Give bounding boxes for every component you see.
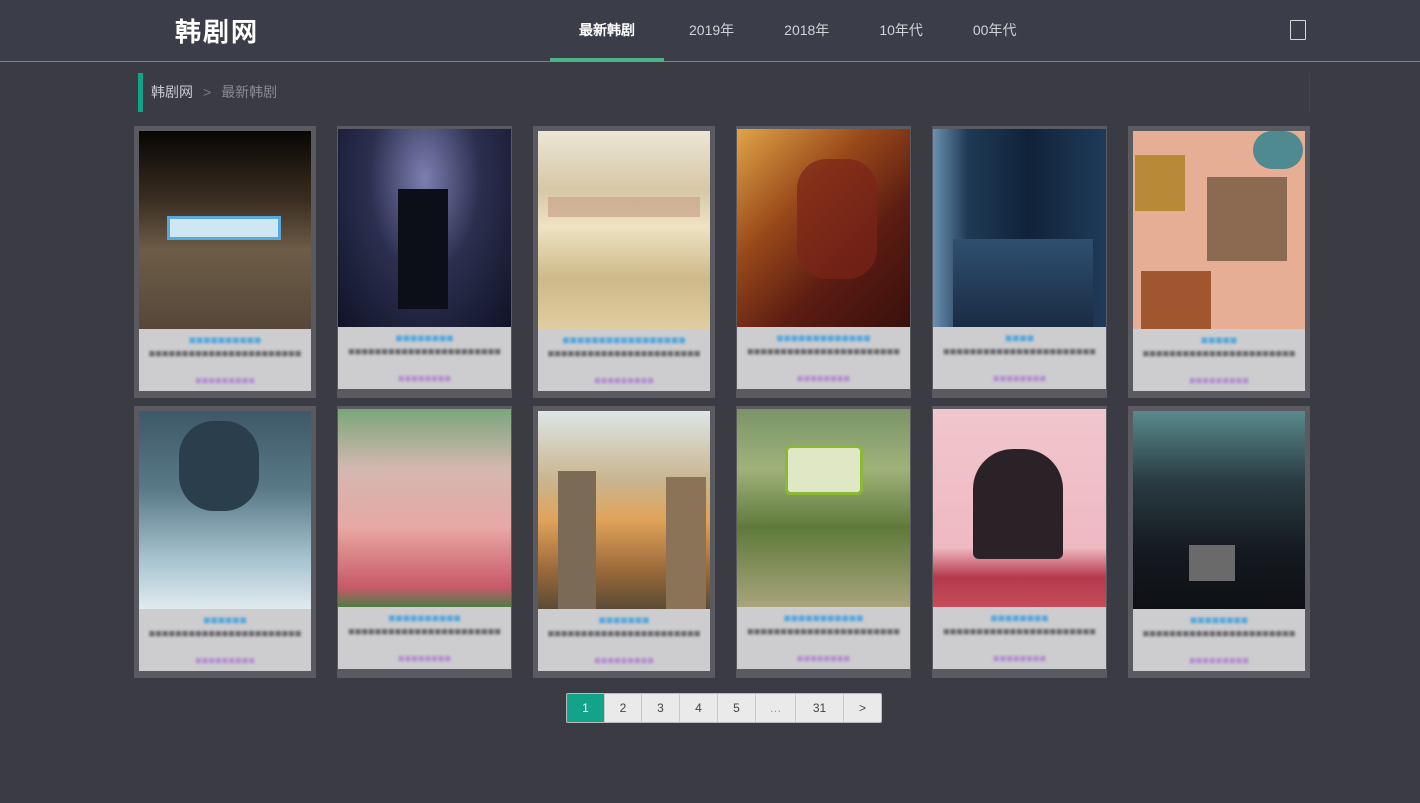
nav-item-2010s[interactable]: 10年代: [854, 0, 948, 62]
breadcrumb-separator: >: [203, 84, 212, 100]
card-meta: ■■■■■■■■: [796, 373, 851, 385]
pagination: 1 2 3 4 5 … 31 >: [566, 693, 882, 723]
drama-card[interactable]: ■■■■■■■■■■ ■■■■■■■■■■■■■■■■■■■■■■■ ■■■■■…: [337, 406, 512, 678]
drama-card[interactable]: ■■■■■■■■■■■■■■■■■ ■■■■■■■■■■■■■■■■■■■■■■…: [533, 126, 715, 398]
poster-image[interactable]: [933, 409, 1106, 607]
card-description: ■■■■■■■■■■■■■■■■■■■■■■■: [1142, 628, 1296, 640]
next-page-button[interactable]: >: [844, 694, 881, 722]
card-description: ■■■■■■■■■■■■■■■■■■■■■■■: [747, 346, 900, 358]
page-button-4[interactable]: 4: [680, 694, 718, 722]
drama-card[interactable]: ■■■■■■■■ ■■■■■■■■■■■■■■■■■■■■■■■ ■■■■■■■…: [932, 406, 1107, 678]
card-description: ■■■■■■■■■■■■■■■■■■■■■■■: [943, 626, 1096, 638]
card-title[interactable]: ■■■■■■■■■■: [145, 333, 305, 347]
card-title[interactable]: ■■■■■■■■■■■■■: [743, 331, 904, 345]
card-meta: ■■■■■■■■■: [195, 655, 255, 667]
card-description: ■■■■■■■■■■■■■■■■■■■■■■■: [348, 346, 501, 358]
card-title[interactable]: ■■■■■■■■■■■■■■■■■: [544, 333, 704, 347]
card-description: ■■■■■■■■■■■■■■■■■■■■■■■: [547, 628, 701, 640]
drama-card[interactable]: ■■■■■■■■■■■ ■■■■■■■■■■■■■■■■■■■■■■■ ■■■■…: [736, 406, 911, 678]
card-meta: ■■■■■■■■■: [1189, 655, 1249, 667]
drama-card[interactable]: ■■■■ ■■■■■■■■■■■■■■■■■■■■■■■ ■■■■■■■■: [932, 126, 1107, 398]
nav-item-2018[interactable]: 2018年: [759, 0, 854, 62]
poster-image[interactable]: [538, 131, 710, 329]
card-title[interactable]: ■■■■■■■■■■: [344, 611, 505, 625]
drama-card[interactable]: ■■■■■■ ■■■■■■■■■■■■■■■■■■■■■■■ ■■■■■■■■■: [134, 406, 316, 678]
card-meta: ■■■■■■■■: [992, 373, 1047, 385]
card-description: ■■■■■■■■■■■■■■■■■■■■■■■: [547, 348, 701, 360]
poster-image[interactable]: [139, 411, 311, 609]
card-description: ■■■■■■■■■■■■■■■■■■■■■■■: [148, 348, 302, 360]
drama-card[interactable]: ■■■■■■■ ■■■■■■■■■■■■■■■■■■■■■■■ ■■■■■■■■…: [533, 406, 715, 678]
drama-card[interactable]: ■■■■■■■■ ■■■■■■■■■■■■■■■■■■■■■■■ ■■■■■■■…: [337, 126, 512, 398]
card-title[interactable]: ■■■■■■■: [544, 613, 704, 627]
drama-card[interactable]: ■■■■■■■■■■ ■■■■■■■■■■■■■■■■■■■■■■■ ■■■■■…: [134, 126, 316, 398]
page-button-1[interactable]: 1: [567, 694, 605, 722]
card-title[interactable]: ■■■■: [939, 331, 1100, 345]
site-logo[interactable]: 韩剧网: [175, 12, 259, 49]
page-button-5[interactable]: 5: [718, 694, 756, 722]
card-meta: ■■■■■■■■: [992, 653, 1047, 665]
page-ellipsis: …: [756, 694, 796, 722]
card-meta: ■■■■■■■■■: [594, 655, 654, 667]
card-title[interactable]: ■■■■■■■■■■■: [743, 611, 904, 625]
poster-image[interactable]: [538, 411, 710, 609]
drama-card[interactable]: ■■■■■■■■ ■■■■■■■■■■■■■■■■■■■■■■■ ■■■■■■■…: [1128, 406, 1310, 678]
poster-image[interactable]: [737, 129, 910, 327]
drama-card[interactable]: ■■■■■ ■■■■■■■■■■■■■■■■■■■■■■■ ■■■■■■■■■: [1128, 126, 1310, 398]
breadcrumb-current: 最新韩剧: [221, 84, 278, 100]
card-description: ■■■■■■■■■■■■■■■■■■■■■■■: [348, 626, 501, 638]
breadcrumb-home-link[interactable]: 韩剧网: [151, 84, 193, 100]
page-button-last[interactable]: 31: [796, 694, 844, 722]
card-meta: ■■■■■■■■■: [1189, 375, 1249, 387]
page-button-2[interactable]: 2: [605, 694, 642, 722]
drama-card[interactable]: ■■■■■■■■■■■■■ ■■■■■■■■■■■■■■■■■■■■■■■ ■■…: [736, 126, 911, 398]
card-meta: ■■■■■■■■: [796, 653, 851, 665]
poster-image[interactable]: [139, 131, 311, 329]
main-nav: 最新韩剧 2019年 2018年 10年代 00年代: [550, 0, 1041, 62]
card-title[interactable]: ■■■■■: [1139, 333, 1299, 347]
page-button-3[interactable]: 3: [642, 694, 680, 722]
poster-image[interactable]: [338, 409, 511, 607]
nav-item-2019[interactable]: 2019年: [664, 0, 759, 62]
card-title[interactable]: ■■■■■■: [145, 613, 305, 627]
card-description: ■■■■■■■■■■■■■■■■■■■■■■■: [1142, 348, 1296, 360]
card-meta: ■■■■■■■■: [397, 653, 452, 665]
card-description: ■■■■■■■■■■■■■■■■■■■■■■■: [148, 628, 302, 640]
card-description: ■■■■■■■■■■■■■■■■■■■■■■■: [943, 346, 1096, 358]
poster-image[interactable]: [338, 129, 511, 327]
header-bar: 韩剧网 最新韩剧 2019年 2018年 10年代 00年代: [0, 0, 1420, 62]
card-meta: ■■■■■■■■: [397, 373, 452, 385]
card-title[interactable]: ■■■■■■■■: [1139, 613, 1299, 627]
bookmark-icon[interactable]: [1290, 20, 1306, 40]
card-description: ■■■■■■■■■■■■■■■■■■■■■■■: [747, 626, 900, 638]
poster-image[interactable]: [737, 409, 910, 607]
card-title[interactable]: ■■■■■■■■: [939, 611, 1100, 625]
breadcrumb: 韩剧网 > 最新韩剧: [138, 73, 1310, 112]
card-meta: ■■■■■■■■■: [594, 375, 654, 387]
poster-image[interactable]: [1133, 411, 1305, 609]
poster-image[interactable]: [1133, 131, 1305, 329]
card-title[interactable]: ■■■■■■■■: [344, 331, 505, 345]
poster-image[interactable]: [933, 129, 1106, 327]
nav-item-2000s[interactable]: 00年代: [948, 0, 1042, 62]
nav-item-latest[interactable]: 最新韩剧: [550, 0, 664, 62]
card-meta: ■■■■■■■■■: [195, 375, 255, 387]
